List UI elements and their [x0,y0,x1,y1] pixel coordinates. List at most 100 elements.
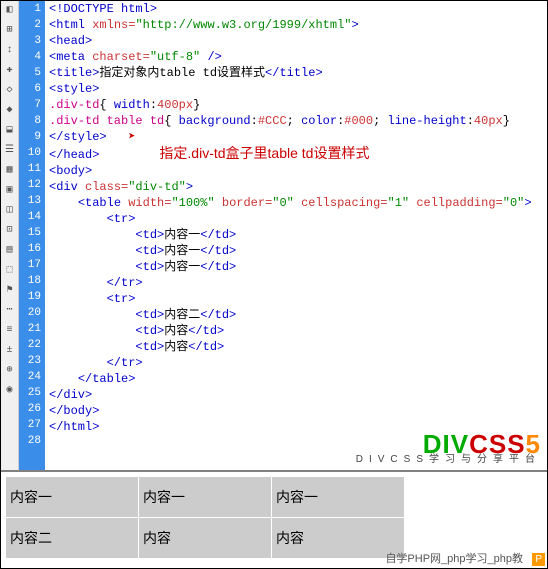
code-text: <head> [49,34,92,48]
code-text: </tr> [107,276,143,290]
line-number: 20 [19,305,41,321]
line-number: 18 [19,273,41,289]
code-text: "utf-8" [150,50,200,64]
code-text: "0" [272,196,294,210]
line-number: 9 [19,129,41,145]
line-number: 22 [19,337,41,353]
table-row: 内容一 内容一 内容一 [6,477,404,517]
code-text: </body> [49,404,99,418]
code-text: </tr> [107,356,143,370]
code-text: /> [200,50,222,64]
line-number: 23 [19,353,41,369]
code-text: </html> [49,420,99,434]
code-text: > [186,180,193,194]
line-number: 24 [19,369,41,385]
code-text: 内容一 [164,244,200,258]
tool-icon[interactable]: ▤ [3,243,17,257]
code-text: 内容一 [164,260,200,274]
line-number: 2 [19,17,41,33]
line-number: 17 [19,257,41,273]
tool-icon[interactable]: ⊡ [3,223,17,237]
line-number: 10 [19,145,41,161]
code-text: </title> [265,66,323,80]
code-text: class= [78,180,128,194]
code-text: </table> [78,372,136,386]
line-number: 12 [19,177,41,193]
code-text: > [351,18,358,32]
code-text: } [503,114,510,128]
tool-icon[interactable]: ◫ [3,203,17,217]
tool-icon[interactable]: ▣ [3,183,17,197]
table-cell: 内容 [139,518,271,558]
code-text: 40px [474,114,503,128]
code-text: <!DOCTYPE html> [49,2,157,16]
footer-text: 自学PHP网_php学习_php教 [385,550,523,566]
code-text: "100%" [171,196,214,210]
code-text: <meta [49,50,85,64]
code-text: > [524,196,531,210]
preview-pane: 内容一 内容一 内容一 内容二 内容 内容 自学PHP网_php学习_php教 … [1,472,547,568]
code-text: </head> [49,148,99,162]
code-text: 指定对象内table td设置样式 [99,66,265,80]
line-number: 1 [19,1,41,17]
tool-icon[interactable]: ≡ [3,323,17,337]
line-number: 3 [19,33,41,49]
code-text: <tr> [107,212,136,226]
tool-icon[interactable]: ◆ [3,103,17,117]
line-number: 5 [19,65,41,81]
tool-icon[interactable]: ◉ [3,383,17,397]
tool-icon[interactable]: ⋯ [3,303,17,317]
code-text: background [179,114,251,128]
tool-icon[interactable]: ◇ [3,83,17,97]
code-text: <table [78,196,121,210]
editor-top-pane: ◧ ⊞ ↕ ✚ ◇ ◆ ⬓ ☰ ▦ ▣ ◫ ⊡ ▤ ⬚ ⚑ ⋯ ≡ ± ⊕ ◉ … [1,1,547,472]
line-number: 13 [19,193,41,209]
code-text: <title> [49,66,99,80]
code-text: <td> [135,308,164,322]
code-text: </div> [49,388,92,402]
code-text: "div-td" [128,180,186,194]
code-text: { [164,114,178,128]
code-text: </td> [200,244,236,258]
code-text: </td> [188,324,224,338]
line-number: 4 [19,49,41,65]
code-text: "0" [503,196,525,210]
code-text: xmlns= [85,18,135,32]
tool-icon[interactable]: ⊕ [3,363,17,377]
code-text: color [301,114,337,128]
table-cell: 内容一 [272,477,404,517]
code-text: border= [215,196,273,210]
code-text: 内容一 [164,228,200,242]
code-text: <style> [49,82,99,96]
line-number: 27 [19,417,41,433]
tool-icon[interactable]: ⬚ [3,263,17,277]
code-text: charset= [85,50,150,64]
code-area[interactable]: <!DOCTYPE html> <html xmlns="http://www.… [45,1,547,470]
line-number: 8 [19,113,41,129]
code-text: 400px [157,98,193,112]
annotation-text: 指定.div-td盒子里table td设置样式 [159,145,369,161]
tool-icon[interactable]: ✚ [3,63,17,77]
line-number: 28 [19,433,41,449]
tool-icon[interactable]: ⬓ [3,123,17,137]
code-text: 内容 [164,324,188,338]
code-text: <td> [135,244,164,258]
code-text: "http://www.w3.org/1999/xhtml" [135,18,351,32]
tool-icon[interactable]: ± [3,343,17,357]
code-text: </td> [200,228,236,242]
code-text: <td> [135,228,164,242]
code-text: : [467,114,474,128]
tool-icon[interactable]: ☰ [3,143,17,157]
code-text: cellpadding= [409,196,503,210]
footer-badge: P [532,553,545,566]
tool-icon[interactable]: ⊞ [3,23,17,37]
tool-icon[interactable]: ◧ [3,3,17,17]
line-number: 14 [19,209,41,225]
code-text: : [251,114,258,128]
tool-icon[interactable]: ▦ [3,163,17,177]
tool-icon[interactable]: ⚑ [3,283,17,297]
tool-icon[interactable]: ↕ [3,43,17,57]
code-text: </td> [188,340,224,354]
code-text: : [150,98,157,112]
table-row: 内容二 内容 内容 [6,518,404,558]
